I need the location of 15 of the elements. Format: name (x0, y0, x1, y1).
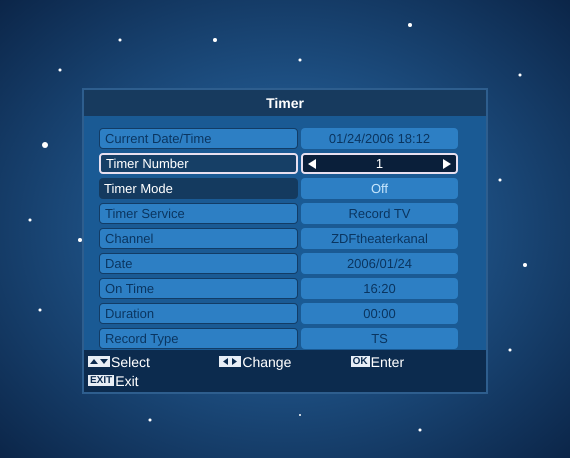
field-label[interactable]: Timer Number (99, 153, 298, 174)
hint-text: Exit (115, 374, 139, 388)
field-value[interactable]: Off (301, 178, 458, 199)
hint-text: Enter (370, 354, 404, 368)
key-label: OK (350, 356, 370, 367)
hint-text: Change (242, 354, 292, 368)
hint-text: Select (111, 354, 150, 368)
right-arrow-icon[interactable] (443, 158, 451, 168)
left-right-key-icon (219, 356, 242, 367)
key-label: EXIT (88, 375, 114, 386)
field-label[interactable]: Timer Mode (99, 178, 298, 199)
left-arrow-icon[interactable] (308, 158, 316, 168)
dialog-title: Timer (84, 90, 486, 116)
up-down-key-icon (88, 356, 110, 367)
value-selector[interactable]: 1 (301, 153, 458, 174)
